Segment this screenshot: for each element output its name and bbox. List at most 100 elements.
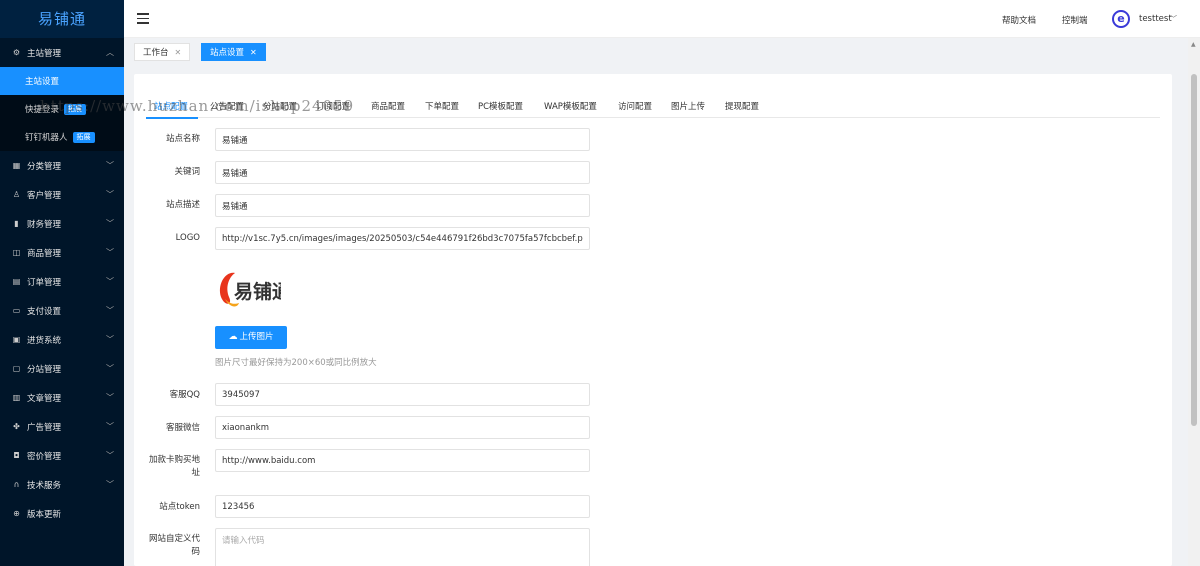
tab-pc-template-config[interactable]: PC模板配置 [478,100,523,112]
tab-image-upload[interactable]: 图片上传 [671,100,705,112]
chevron-down-icon[interactable]: ﹀ [1170,14,1177,24]
sidebar-section-label: 版本更新 [27,509,62,520]
description-label: 站点描述 [165,200,200,210]
sidebar-section-articles[interactable]: ▥ 文章管理 ﹀ [0,383,124,412]
console-link[interactable]: 控制端 [1062,14,1088,26]
tab-wap-template-config[interactable]: WAP模板配置 [544,100,597,112]
sidebar-section-label: 文章管理 [27,393,62,404]
logo-url-input[interactable] [215,227,590,250]
sidebar: 易铺通 ⚙ 主站管理 ︿ 主站设置 快捷登录 拓展 钉钉机器人 拓展 ▦ 分类管… [0,0,124,566]
grid-icon: ▦ [12,161,21,170]
submenu-main-site: 主站设置 快捷登录 拓展 钉钉机器人 拓展 [0,67,124,151]
bar-chart-icon: ▮ [14,219,19,228]
sidebar-section-tech-service[interactable]: ∩ 技术服务 ﹀ [0,470,124,499]
wechat-input[interactable] [215,416,590,439]
sidebar-section-secret-price[interactable]: ◘ 密价管理 ﹀ [0,441,124,470]
token-input[interactable] [215,495,590,518]
sidebar-section-substation[interactable]: ▢ 分站管理 ﹀ [0,354,124,383]
tab-label: 工作台 [143,48,169,58]
sidebar-section-goods[interactable]: ◫ 商品管理 ﹀ [0,238,124,267]
custom-code-label: 网站自定义代码 [148,534,200,557]
logo-label: LOGO [175,233,200,243]
sidebar-section-purchase[interactable]: ▣ 进货系统 ﹀ [0,325,124,354]
sidebar-section-ads[interactable]: ✤ 广告管理 ﹀ [0,412,124,441]
bag-icon: ◫ [12,248,21,257]
cloud-upload-icon: ☁ [228,332,238,342]
page-scrollbar[interactable]: ▲ [1188,38,1200,566]
username[interactable]: testtest [1139,14,1172,24]
tab-goods-config[interactable]: 商品配置 [371,100,405,112]
chevron-down-icon: ﹀ [106,219,114,228]
sidebar-item-site-settings[interactable]: 主站设置 [0,67,124,95]
qq-input[interactable] [215,383,590,406]
config-tabs: 站点配置 公告配置 分站配置 订阅配置 商品配置 下单配置 PC模板配置 WAP… [146,94,1160,119]
top-header: 帮助文档 控制端 e testtest ﹀ [124,0,1200,38]
chevron-down-icon: ﹀ [106,335,114,344]
sidebar-section-payment[interactable]: ▭ 支付设置 ﹀ [0,296,124,325]
tab-site-settings[interactable]: 站点设置 ✕ [201,43,266,61]
tab-order-config[interactable]: 下单配置 [425,100,459,112]
custom-code-textarea[interactable] [215,528,590,566]
logo-preview-text: 易铺通 [234,280,281,303]
avatar[interactable]: e [1112,10,1130,28]
sidebar-section-version-update[interactable]: ⊕ 版本更新 [0,499,124,528]
menu-toggle-icon[interactable] [137,13,149,24]
sidebar-section-label: 分类管理 [27,161,62,172]
sidebar-section-main-site[interactable]: ⚙ 主站管理 ︿ [0,38,124,67]
tab-workbench[interactable]: 工作台 ✕ [134,43,191,61]
chevron-up-icon: ︿ [106,48,114,57]
page-tabs-bar: 工作台 ✕ 站点设置 ✕ [124,38,1188,66]
chevron-down-icon: ﹀ [106,480,114,489]
qq-label: 客服QQ [169,390,200,400]
upload-image-button[interactable]: ☁ 上传图片 [215,326,287,349]
sidebar-item-quick-login[interactable]: 快捷登录 拓展 [0,95,124,123]
update-icon: ⊕ [13,509,20,518]
tab-withdraw-config[interactable]: 提现配置 [725,100,759,112]
tab-announcement-config[interactable]: 公告配置 [210,100,244,112]
sidebar-section-label: 技术服务 [27,480,62,491]
sidebar-section-label: 进货系统 [27,335,62,346]
site-name-label: 站点名称 [165,134,200,144]
tab-site-config[interactable]: 站点配置 [154,100,188,112]
scroll-up-icon[interactable]: ▲ [1191,41,1196,48]
site-name-input[interactable] [215,128,590,151]
scrollbar-thumb[interactable] [1191,74,1197,426]
megaphone-icon: ✤ [13,422,20,431]
chevron-down-icon: ﹀ [106,277,114,286]
sidebar-section-finance[interactable]: ▮ 财务管理 ﹀ [0,209,124,238]
wechat-label: 客服微信 [165,423,200,433]
sidebar-section-label: 广告管理 [27,422,62,433]
sidebar-section-customer[interactable]: ♙ 客户管理 ﹀ [0,180,124,209]
user-icon: ♙ [12,190,21,199]
sidebar-section-category[interactable]: ▦ 分类管理 ﹀ [0,151,124,180]
extension-badge: 拓展 [72,131,95,143]
keywords-label: 关键词 [174,167,200,177]
close-icon[interactable]: ✕ [175,48,182,57]
keywords-input[interactable] [215,161,590,184]
app-logo[interactable]: 易铺通 [0,0,124,38]
clipboard-icon: ▤ [12,277,21,286]
headset-icon: ∩ [13,480,20,489]
upload-hint: 图片尺寸最好保持为200×60或同比例放大 [215,358,377,368]
description-input[interactable] [215,194,590,217]
sidebar-section-label: 财务管理 [27,219,62,230]
tab-subscription-config[interactable]: 订阅配置 [316,100,350,112]
help-docs-link[interactable]: 帮助文档 [1002,14,1036,26]
calendar-icon: ▣ [12,335,21,344]
chevron-down-icon: ﹀ [106,190,114,199]
tab-substation-config[interactable]: 分站配置 [263,100,297,112]
close-icon[interactable]: ✕ [250,48,257,57]
sidebar-section-label: 密价管理 [27,451,62,462]
tab-label: 站点设置 [210,48,245,58]
card-url-input[interactable] [215,449,590,472]
tab-access-config[interactable]: 访问配置 [618,100,652,112]
sidebar-section-orders[interactable]: ▤ 订单管理 ﹀ [0,267,124,296]
settings-panel: 站点配置 公告配置 分站配置 订阅配置 商品配置 下单配置 PC模板配置 WAP… [134,74,1172,566]
chevron-down-icon: ﹀ [106,393,114,402]
sidebar-section-label: 客户管理 [27,190,62,201]
sidebar-item-label: 快捷登录 [25,105,60,115]
sidebar-section-label: 订单管理 [27,277,62,288]
chevron-down-icon: ﹀ [106,306,114,315]
sidebar-item-dingtalk-bot[interactable]: 钉钉机器人 拓展 [0,123,124,151]
token-label: 站点token [159,502,200,512]
